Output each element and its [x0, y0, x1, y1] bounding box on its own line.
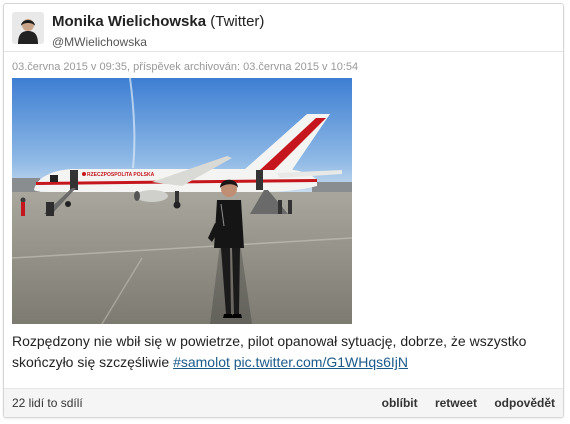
author-source: (Twitter) — [210, 13, 265, 30]
tweet-timestamp: 03.června 2015 v 09:35, příspěvek archiv… — [12, 61, 359, 73]
like-button[interactable]: oblíbit — [382, 396, 418, 410]
tweet-footer: 22 lidí to sdílí oblíbit retweet odpověd… — [4, 388, 563, 417]
avatar[interactable] — [12, 12, 44, 44]
share-count[interactable]: 22 lidí to sdílí — [12, 396, 83, 410]
author-name[interactable]: Monika Wielichowska — [52, 13, 206, 30]
author-line: Monika Wielichowska (Twitter) — [52, 13, 264, 30]
tweet-card: Monika Wielichowska (Twitter) @MWielicho… — [3, 3, 564, 418]
header-divider — [4, 51, 563, 52]
tweet-text: Rozpędzony nie wbił się w powietrze, pil… — [12, 331, 552, 373]
retweet-button[interactable]: retweet — [435, 396, 477, 410]
hashtag-link[interactable]: #samolot — [173, 354, 230, 370]
tweet-photo[interactable]: RZECZPOSPOLITA POLSKA — [12, 78, 352, 324]
pic-link[interactable]: pic.twitter.com/G1WHqs6IjN — [234, 354, 408, 370]
reply-button[interactable]: odpovědět — [494, 396, 555, 410]
tweet-actions: oblíbit retweet odpovědět — [368, 396, 555, 410]
author-handle[interactable]: @MWielichowska — [52, 35, 147, 49]
aircraft-lettering: RZECZPOSPOLITA POLSKA — [87, 172, 155, 178]
